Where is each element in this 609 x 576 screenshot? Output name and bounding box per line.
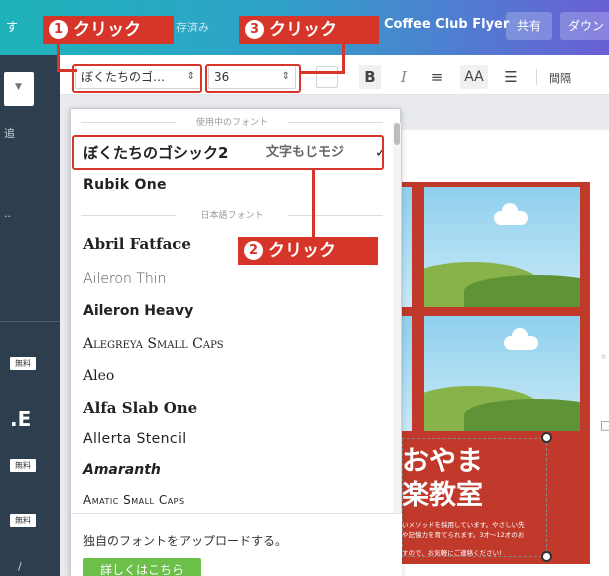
rotate-icon[interactable]: ◦ [600,350,607,364]
sidebar-dropdown[interactable]: ▼ [4,72,34,106]
italic-button[interactable]: I [394,65,414,89]
callout-text: クリック [73,20,141,40]
photo-frame[interactable] [424,187,580,307]
font-dropdown: 使用中のフォント ぼくたちのゴシック2 文字もじモジ ✓ Rubik One 日… [70,108,402,576]
dropdown-scrollbar[interactable] [393,123,401,513]
annotation-highlight-font-select [72,64,202,93]
toolbar-divider [536,69,537,85]
font-option[interactable]: Alfa Slab One [71,393,393,423]
resize-handle[interactable] [541,551,552,562]
step-number: 3 [245,20,264,39]
annotation-callout-3: 3 クリック [239,16,379,44]
free-badge: 無料 [10,459,36,472]
align-icon[interactable]: ≡ [427,65,447,89]
font-option[interactable]: Aileron Thin [71,264,393,294]
annotation-highlight-size-select [205,64,301,93]
chevron-down-icon: ▼ [15,82,22,92]
photo-frame[interactable] [402,187,412,307]
annotation-connector [300,71,345,74]
annotation-callout-1: 1 クリック [43,16,174,44]
resize-handle[interactable] [541,432,552,443]
annotation-connector [57,43,60,71]
annotation-connector [342,43,345,73]
annotation-callout-2: 2 クリック [238,237,378,265]
photo-frame[interactable] [424,316,580,431]
photo-frame[interactable] [402,316,412,431]
font-option[interactable]: Aileron Heavy [71,296,393,326]
step-number: 1 [49,20,68,39]
upload-font-text: 独自のフォントをアップロードする。 [83,534,288,548]
step-number: 2 [244,241,263,260]
callout-text: クリック [268,241,336,261]
sidebar-item-more[interactable]: .. [4,207,11,220]
bold-button[interactable]: B [359,65,381,89]
free-badge: 無料 [10,514,36,527]
font-option[interactable]: Allerta Stencil [71,424,393,454]
annotation-connector [312,169,315,237]
side-tool-icon[interactable]: □ [600,418,609,432]
spacing-button[interactable]: 間隔 [549,70,571,86]
share-button[interactable]: 共有 [506,12,552,40]
font-option[interactable]: Rubik One [71,170,393,200]
sidebar-divider [0,321,60,322]
font-option[interactable]: Amaranth [71,455,393,485]
annotation-highlight-font-option [72,135,384,170]
font-option[interactable]: Aleo [71,361,393,391]
sidebar-preview-text: .E [10,407,32,431]
uppercase-button[interactable]: AA [460,65,488,89]
selection-frame [402,438,547,557]
document-title[interactable]: Coffee Club Flyer [384,17,509,32]
scrollbar-thumb[interactable] [394,123,400,145]
free-badge: 無料 [10,357,36,370]
learn-more-button[interactable]: 詳しくはこちら [83,558,201,576]
font-option[interactable]: Amatic Small Caps [71,485,393,515]
dropdown-footer: 独自のフォントをアップロードする。 詳しくはこちら [71,513,402,576]
callout-text: クリック [269,20,337,40]
download-button[interactable]: ダウン [560,12,609,40]
section-header: 使用中のフォント [71,115,393,129]
menu-fragment[interactable]: す [6,18,18,35]
text-color-button[interactable] [316,66,338,88]
left-sidebar: ▼ 追 .. 無料 .E 無料 無料 / [0,55,60,576]
section-header: 日本語フォント [71,208,393,222]
sidebar-bottom-mark: / [18,560,22,573]
sidebar-item-add[interactable]: 追 [4,125,15,141]
save-status: 存済み [176,21,209,34]
font-option[interactable]: Alegreya Small Caps [71,329,393,359]
list-icon[interactable]: ☰ [501,65,521,89]
